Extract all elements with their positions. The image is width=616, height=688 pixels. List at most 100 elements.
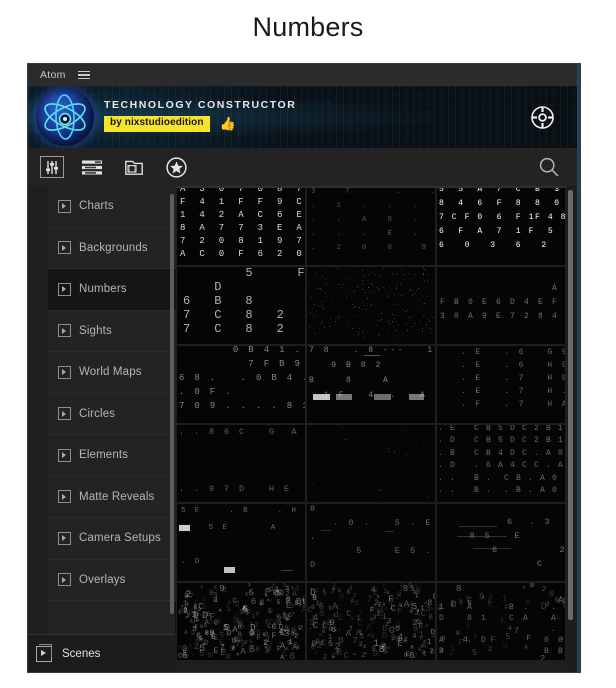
thumbnail-item[interactable]: . . . D: [307, 425, 435, 502]
thumb-glyph: 4: [397, 632, 404, 644]
thumb-glyph: 5: [248, 588, 254, 599]
sidebar-item-sights[interactable]: Sights: [48, 310, 176, 352]
thumbnail-item[interactable]: A 3 0 7 0 8 7 2 0 7 F 4 1 F F 9 C 2 8 9 1 …: [177, 188, 305, 265]
thumb-speck: [380, 489, 382, 491]
sidebar-item-numbers[interactable]: Numbers: [48, 269, 176, 311]
thumb-glyph: 7: [330, 588, 336, 597]
thumb-speck: [372, 291, 374, 293]
media-folder-icon[interactable]: [122, 156, 146, 178]
thumb-speck: [345, 438, 347, 440]
thumb-glyph: B: [381, 630, 388, 642]
thumb-speck: [396, 288, 398, 290]
thumb-text-row: A: [440, 284, 560, 293]
thumbnail-item[interactable]: A F B 0 E 6 D 4 E F 5 A 0 5 D 3 0 A 9 E 7 …: [437, 267, 565, 344]
thumb-text-row: . D . F ~: [181, 558, 202, 566]
sidebar-item-circles[interactable]: Circles: [48, 393, 176, 435]
grid-scrollbar[interactable]: [568, 190, 573, 620]
settings-sliders-icon[interactable]: [40, 156, 64, 178]
thumb-glyph: 2: [541, 586, 547, 595]
thumb-text-row: A 3 0 7 0 8 7 2 0 7: [180, 188, 305, 194]
thumbs-up-icon[interactable]: 👍: [220, 117, 236, 130]
author-badge[interactable]: by nixstudioedition: [104, 116, 210, 132]
thumb-glyph: 7: [314, 650, 318, 658]
thumb-text-row: 5 E A . 0 5 E: [208, 524, 278, 532]
thumb-text-row: . E . 7 H 9: [461, 374, 565, 383]
thumbnail-item[interactable]: 5 E . B . H . F 5 E A . 0 5 E . D . F ~: [177, 504, 305, 581]
atom-logo-icon: [36, 88, 94, 146]
thumb-speck: [379, 275, 381, 277]
thumb-glyph: 6: [318, 601, 325, 613]
thumb-speck: [361, 269, 363, 271]
thumbnail-grid[interactable]: A 3 0 7 0 8 7 2 0 7F 4 1 F F 9 C 2 8 91 …: [176, 188, 566, 660]
sidebar-item-label: Charts: [79, 200, 114, 213]
sidebar-item-camera-setups[interactable]: Camera Setups: [48, 518, 176, 560]
sidebar-item-list[interactable]: Charts Backgrounds Numbers Sights World Maps…: [48, 186, 176, 634]
thumbnail-item[interactable]: 6 . 3 B 8 5 E 6 2 6 0 C 0: [437, 504, 565, 581]
thumbnail-item[interactable]: 5 5 A 7 C B 3 8 4 6 F 8 8 0 A 5 7 C F 0 6 …: [437, 188, 565, 265]
thumbnail-item[interactable]: 7 8 . 8 --- 1 B 9 B 8 2 F 2B 8 A B 1 F 4…: [307, 346, 435, 423]
sidebar-item-charts[interactable]: Charts: [48, 186, 176, 228]
move-handle-icon[interactable]: [531, 106, 554, 129]
thumb-glyph: 3: [372, 613, 377, 621]
thumbnail-item[interactable]: . . 8 6 C G A D . 2 . . 9 7 D H E: [177, 425, 305, 502]
thumbnail-item[interactable]: . E C B 5 D C 2 B 1 . . . . D C B 5 D C 2…: [437, 425, 565, 502]
thumb-speck: [372, 470, 374, 472]
thumb-speck: [414, 322, 416, 324]
thumb-speck: [424, 268, 426, 270]
sidebar-item-backgrounds[interactable]: Backgrounds: [48, 227, 176, 269]
thumbnail-item[interactable]: . E . 6 G 9 . E . 6 H 9 . E . 7 H 9 . E . 7…: [437, 346, 565, 423]
thumbnail-item[interactable]: 0 A . . 01 A B . . .D 8 1 C A A . B 1 . …: [437, 583, 565, 660]
thumb-speck: [414, 274, 416, 276]
thumbnail-item[interactable]: 81E5F8CA1981DD6DAC1DB00776B394E9072DBADB…: [307, 583, 435, 660]
thumb-glyph: 0: [433, 592, 435, 602]
thumb-text-row: . E . 6 G 9: [461, 348, 565, 357]
thumbnail-item[interactable]: [307, 267, 435, 344]
thumb-speck: [400, 267, 402, 269]
thumbnail-item[interactable]: 0 B 4 1 . 2 8 7 F B 9 . 5 6 8 . . 0 B 4 .…: [177, 346, 305, 423]
sidebar-item-world-maps[interactable]: World Maps: [48, 352, 176, 394]
thumb-glyph: A: [280, 641, 286, 651]
thumb-speck: [354, 307, 356, 309]
thumb-speck: [381, 278, 383, 280]
thumb-speck: [339, 300, 341, 302]
thumbnail-item[interactable]: 3 7 . . . . 1 . . . 2 . . . A 8 . . . . . .…: [307, 188, 435, 265]
page-title: Numbers: [252, 12, 364, 42]
thumb-glyph: 6: [312, 595, 318, 604]
thumb-glyph: 7: [192, 652, 195, 658]
thumb-glyph: 1: [426, 636, 432, 647]
thumb-speck: [380, 318, 382, 320]
thumbnail-item[interactable]: 8 . 0 . 5 . E 5 .. 5 E 5 . D: [307, 504, 435, 581]
thumb-speck: [366, 304, 368, 306]
thumb-glyph: 9: [412, 624, 419, 635]
thumb-speck: [357, 327, 359, 329]
thumb-speck: [406, 330, 408, 332]
thumb-speck: [397, 281, 399, 283]
thumbnail-item[interactable]: DEB80FFFB30647FFFAD66AF885EC2132D5BA4426…: [177, 583, 305, 660]
thumb-glyph: D: [540, 600, 547, 612]
sidebar-item-label: Backgrounds: [79, 241, 148, 254]
thumb-line: [281, 570, 293, 571]
thumb-glyph: 2: [197, 606, 202, 614]
thumb-speck: [348, 276, 350, 278]
sidebar-item-scenes[interactable]: Scenes: [28, 634, 176, 672]
thumb-speck: [413, 293, 415, 295]
thumb-glyph: 9: [408, 583, 413, 592]
sidebar-item-matte-reveals[interactable]: Matte Reveals: [48, 476, 176, 518]
sidebar-item-overlays[interactable]: Overlays: [48, 559, 176, 601]
thumb-glyph: 9: [273, 590, 280, 601]
thumb-speck: [340, 290, 342, 292]
sidebar-scrollbar[interactable]: [170, 194, 174, 614]
search-icon[interactable]: [538, 156, 560, 178]
thumb-speck: [396, 285, 398, 287]
thumb-speck: [394, 452, 396, 454]
thumb-speck: [380, 312, 382, 314]
layers-list-icon[interactable]: [80, 156, 104, 178]
hamburger-menu-icon[interactable]: [77, 68, 90, 81]
thumb-glyph: F: [458, 636, 464, 648]
thumb-text-row: . . 8 6 C G A D . 2: [179, 427, 300, 437]
thumb-speck: [399, 338, 401, 340]
sidebar-item-elements[interactable]: Elements: [48, 435, 176, 477]
thumb-glyph: 9: [430, 606, 434, 612]
thumbnail-item[interactable]: 5 F D 06 B 8 0 87 C 8 2 A 87 C 8 2 A 8: [177, 267, 305, 344]
favorites-star-icon[interactable]: [164, 156, 188, 178]
